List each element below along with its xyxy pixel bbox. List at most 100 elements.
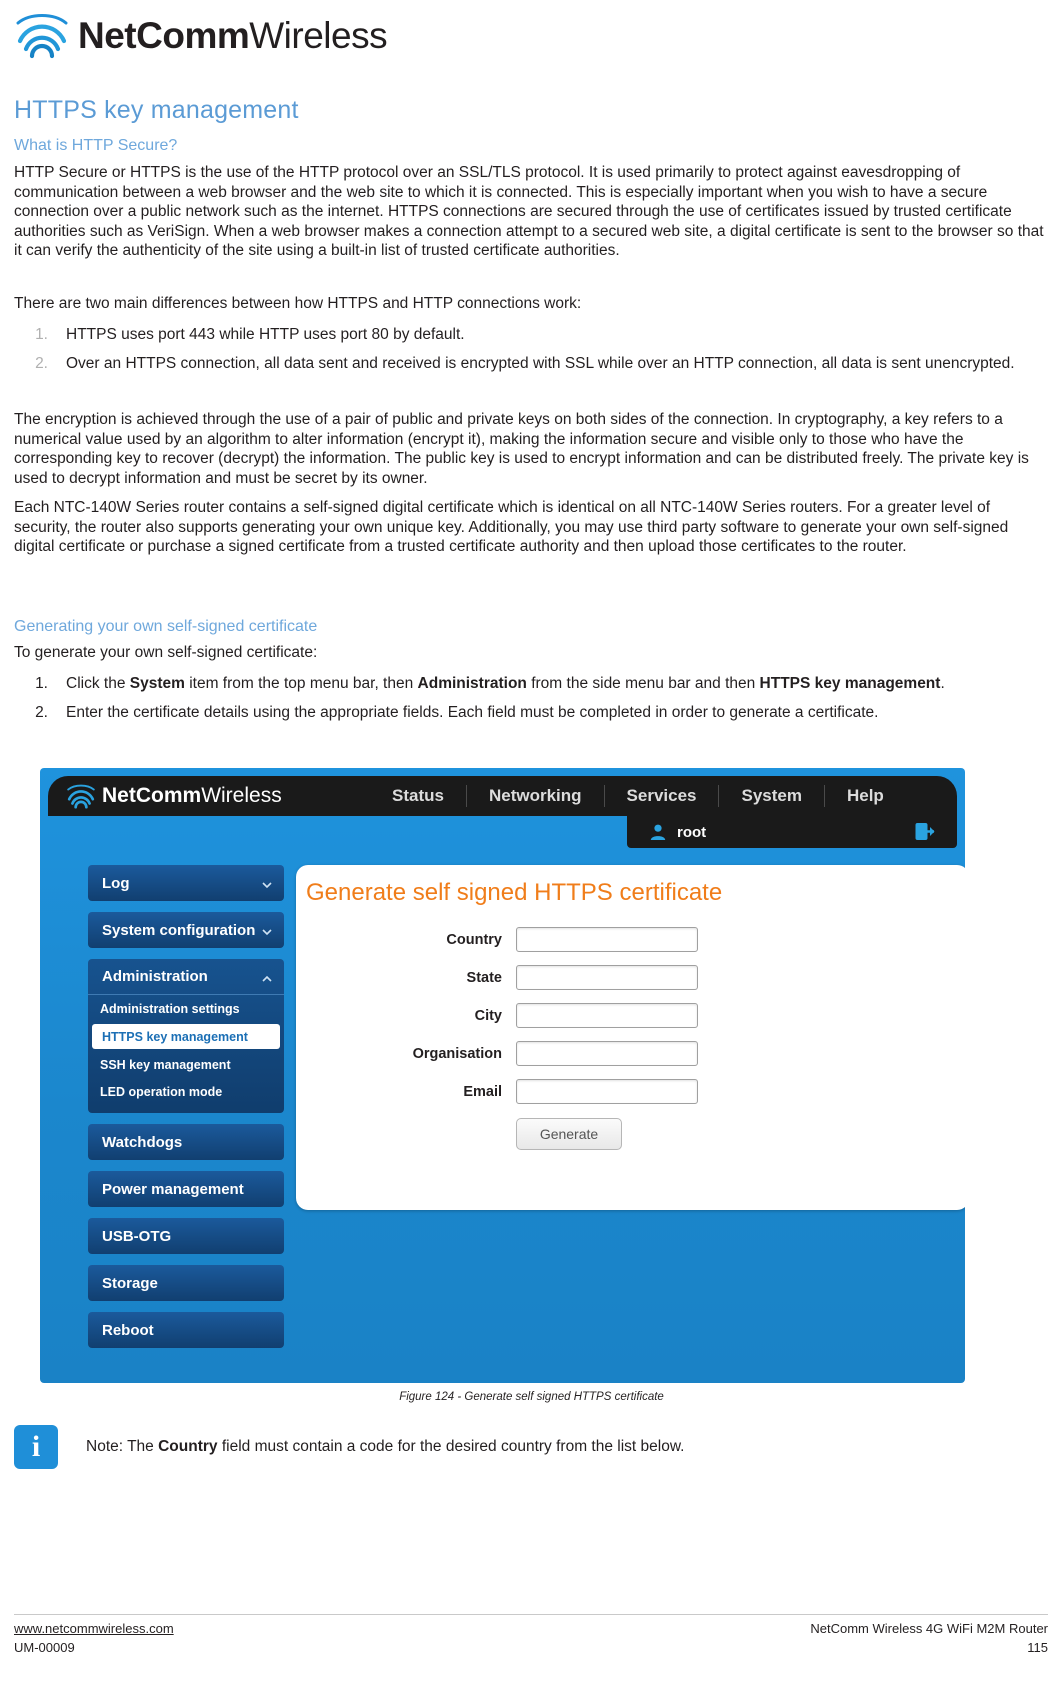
sidebar-group-administration: Administration Administration settings H…: [88, 959, 284, 1113]
note-text: Note: The Country field must contain a c…: [86, 1438, 684, 1456]
menu-item-system[interactable]: System: [718, 785, 823, 807]
paragraph-3: The encryption is achieved through the u…: [14, 411, 1029, 487]
state-input[interactable]: [516, 965, 698, 990]
menu-item-networking[interactable]: Networking: [465, 785, 604, 807]
list-item: 2. Over an HTTPS connection, all data se…: [14, 353, 1048, 374]
organisation-input[interactable]: [516, 1041, 698, 1066]
ordered-list-differences: 1. HTTPS uses port 443 while HTTP uses p…: [14, 324, 1048, 376]
wifi-wave-logo-icon: [14, 11, 70, 61]
subheading-what-is-http-secure: What is HTTP Secure?: [14, 137, 178, 154]
list-item-number: 2.: [35, 355, 48, 372]
page-footer: www.netcommwireless.com NetComm Wireless…: [14, 1621, 1048, 1655]
form-row-city: City: [296, 1003, 965, 1028]
router-logo: NetCommWireless: [66, 783, 366, 810]
paragraph-4: Each NTC-140W Series router contains a s…: [14, 499, 1009, 555]
city-input[interactable]: [516, 1003, 698, 1028]
label-state: State: [466, 969, 502, 986]
sidebar-item-administration[interactable]: Administration: [88, 959, 284, 995]
sidebar-item-administration-settings[interactable]: Administration settings: [88, 995, 284, 1022]
router-main-menu: Status Networking Services System Help: [370, 776, 906, 816]
label-organisation: Organisation: [412, 1045, 502, 1062]
sidebar-item-label: System configuration: [102, 921, 256, 939]
chevron-up-icon: [262, 971, 272, 982]
sidebar-item-label: USB-OTG: [102, 1227, 172, 1245]
email-input[interactable]: [516, 1079, 698, 1104]
footer-product: NetComm Wireless 4G WiFi M2M Router: [810, 1621, 1048, 1636]
logout-icon[interactable]: [915, 822, 935, 841]
list-item-text: Enter the certificate details using the …: [66, 704, 879, 721]
list-item-text: Over an HTTPS connection, all data sent …: [66, 355, 1015, 372]
sidebar-item-storage[interactable]: Storage: [88, 1265, 284, 1301]
paragraph-2: There are two main differences between h…: [14, 295, 582, 312]
sidebar-item-led-operation-mode[interactable]: LED operation mode: [88, 1078, 284, 1105]
sidebar-item-usb-otg[interactable]: USB-OTG: [88, 1218, 284, 1254]
figure-caption: Figure 124 - Generate self signed HTTPS …: [399, 1391, 664, 1403]
router-top-bar: NetCommWireless Status Networking Servic…: [48, 776, 957, 816]
generate-button[interactable]: Generate: [516, 1118, 622, 1150]
wifi-wave-logo-icon: [66, 783, 96, 810]
brand-name-light: Wireless: [249, 15, 388, 56]
sidebar-item-system-configuration[interactable]: System configuration: [88, 912, 284, 948]
step1-seg3: Administration: [417, 675, 527, 692]
brand-logo: NetCommWireless: [14, 8, 388, 64]
menu-item-help[interactable]: Help: [823, 785, 906, 807]
sidebar-item-ssh-key-management[interactable]: SSH key management: [88, 1051, 284, 1078]
note-prefix: Note: The: [86, 1438, 159, 1455]
step1-seg6: .: [940, 675, 945, 692]
page-title: HTTPS key management: [14, 96, 299, 124]
sidebar-item-reboot[interactable]: Reboot: [88, 1312, 284, 1348]
list-item: 1. Click the System item from the top me…: [14, 673, 1048, 694]
footer-row-1: www.netcommwireless.com NetComm Wireless…: [14, 1621, 1048, 1636]
user-icon: [649, 823, 667, 841]
paragraph-1: HTTP Secure or HTTPS is the use of the H…: [14, 164, 1044, 259]
chevron-down-icon: [262, 924, 272, 936]
certificate-panel: Generate self signed HTTPS certificate C…: [296, 865, 965, 1210]
form-row-state: State: [296, 965, 965, 990]
router-user-bar-inner: root: [627, 816, 957, 848]
brand-name-bold: NetComm: [78, 15, 250, 56]
form-actions: Generate: [296, 1118, 965, 1150]
sidebar-item-https-key-management[interactable]: HTTPS key management: [92, 1024, 280, 1049]
step1-seg5: HTTPS key management: [759, 675, 941, 692]
sidebar-item-power-management[interactable]: Power management: [88, 1171, 284, 1207]
country-input[interactable]: [516, 927, 698, 952]
router-sidebar: Log System configuration Administration: [88, 865, 284, 1359]
list-item: 1. HTTPS uses port 443 while HTTP uses p…: [14, 324, 1048, 345]
sidebar-item-watchdogs[interactable]: Watchdogs: [88, 1124, 284, 1160]
router-username: root: [677, 823, 707, 841]
sidebar-item-label: Reboot: [102, 1321, 154, 1339]
document-page: NetCommWireless HTTPS key management Wha…: [0, 0, 1063, 1691]
step1-seg1: System: [129, 675, 185, 692]
label-country: Country: [446, 931, 502, 948]
subheading-generating-certificate: Generating your own self-signed certific…: [14, 618, 318, 635]
list-item-text: HTTPS uses port 443 while HTTP uses port…: [66, 326, 465, 343]
sidebar-item-label: Power management: [102, 1180, 244, 1198]
label-email: Email: [463, 1083, 502, 1100]
router-ui-screenshot: NetCommWireless Status Networking Servic…: [40, 768, 965, 1383]
sidebar-item-label: Administration: [102, 968, 208, 985]
chevron-down-icon: [262, 877, 272, 889]
router-logo-text: NetCommWireless: [102, 784, 282, 808]
label-city: City: [474, 1007, 502, 1024]
footer-divider: [14, 1614, 1048, 1615]
router-logo-bold: NetComm: [102, 784, 202, 807]
step1-seg4: from the side menu bar and then: [526, 675, 760, 692]
step1-seg0: Click the: [66, 675, 130, 692]
footer-website[interactable]: www.netcommwireless.com: [14, 1621, 174, 1636]
form-row-country: Country: [296, 927, 965, 952]
info-icon: i: [14, 1425, 58, 1469]
footer-row-2: UM-00009 115: [14, 1640, 1048, 1655]
note-box: i Note: The Country field must contain a…: [14, 1424, 1048, 1470]
list-item: 2. Enter the certificate details using t…: [14, 702, 1048, 723]
menu-item-services[interactable]: Services: [603, 785, 719, 807]
list-item-text: Click the System item from the top menu …: [66, 673, 1048, 694]
list-item-number: 1.: [35, 675, 48, 692]
list-item-number: 1.: [35, 326, 48, 343]
intro-generate: To generate your own self-signed certifi…: [14, 644, 318, 661]
step1-seg2: item from the top menu bar, then: [184, 675, 418, 692]
footer-page-number: 115: [1027, 1640, 1048, 1655]
sidebar-item-log[interactable]: Log: [88, 865, 284, 901]
panel-title: Generate self signed HTTPS certificate: [306, 879, 723, 906]
menu-item-status[interactable]: Status: [370, 785, 466, 807]
certificate-form: Country State City Organisation Email Ge…: [296, 927, 965, 1150]
